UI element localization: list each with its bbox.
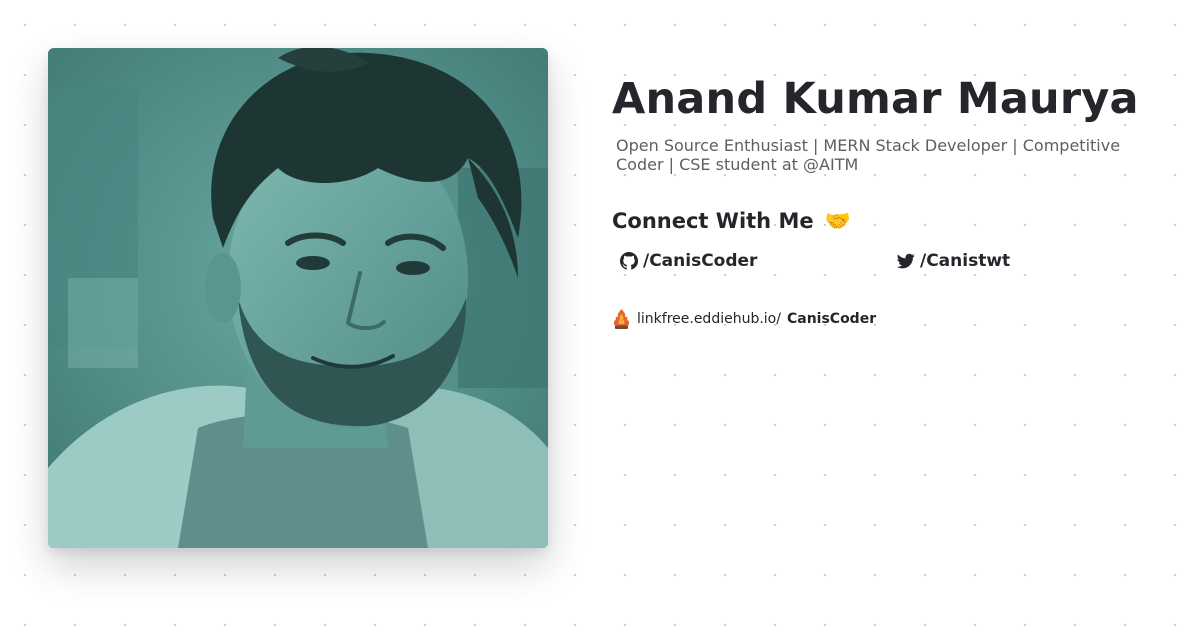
github-icon <box>620 252 638 270</box>
linkfree-handle: CanisCoder <box>786 311 877 327</box>
profile-name: Anand Kumar Maurya <box>612 74 1139 124</box>
profile-photo <box>48 48 548 548</box>
linkfree-link[interactable]: linkfree.eddiehub.io/ CanisCoder <box>612 308 876 330</box>
twitter-handle: /Canistwt <box>920 251 1011 271</box>
linkfree-prefix: linkfree.eddiehub.io/ <box>637 311 781 327</box>
github-link[interactable]: /CanisCoder <box>620 250 757 272</box>
connect-heading: Connect With Me 🤝 <box>612 209 851 234</box>
twitter-link[interactable]: /Canistwt <box>897 250 1010 272</box>
profile-bio: Open Source Enthusiast | MERN Stack Deve… <box>616 136 1121 174</box>
github-handle: /CanisCoder <box>643 251 758 271</box>
connect-heading-text: Connect With Me <box>612 209 814 233</box>
twitter-icon <box>897 252 915 270</box>
linkfree-logo <box>612 308 631 330</box>
handshake-emoji: 🤝 <box>824 209 852 233</box>
profile-photo-image <box>48 48 548 548</box>
